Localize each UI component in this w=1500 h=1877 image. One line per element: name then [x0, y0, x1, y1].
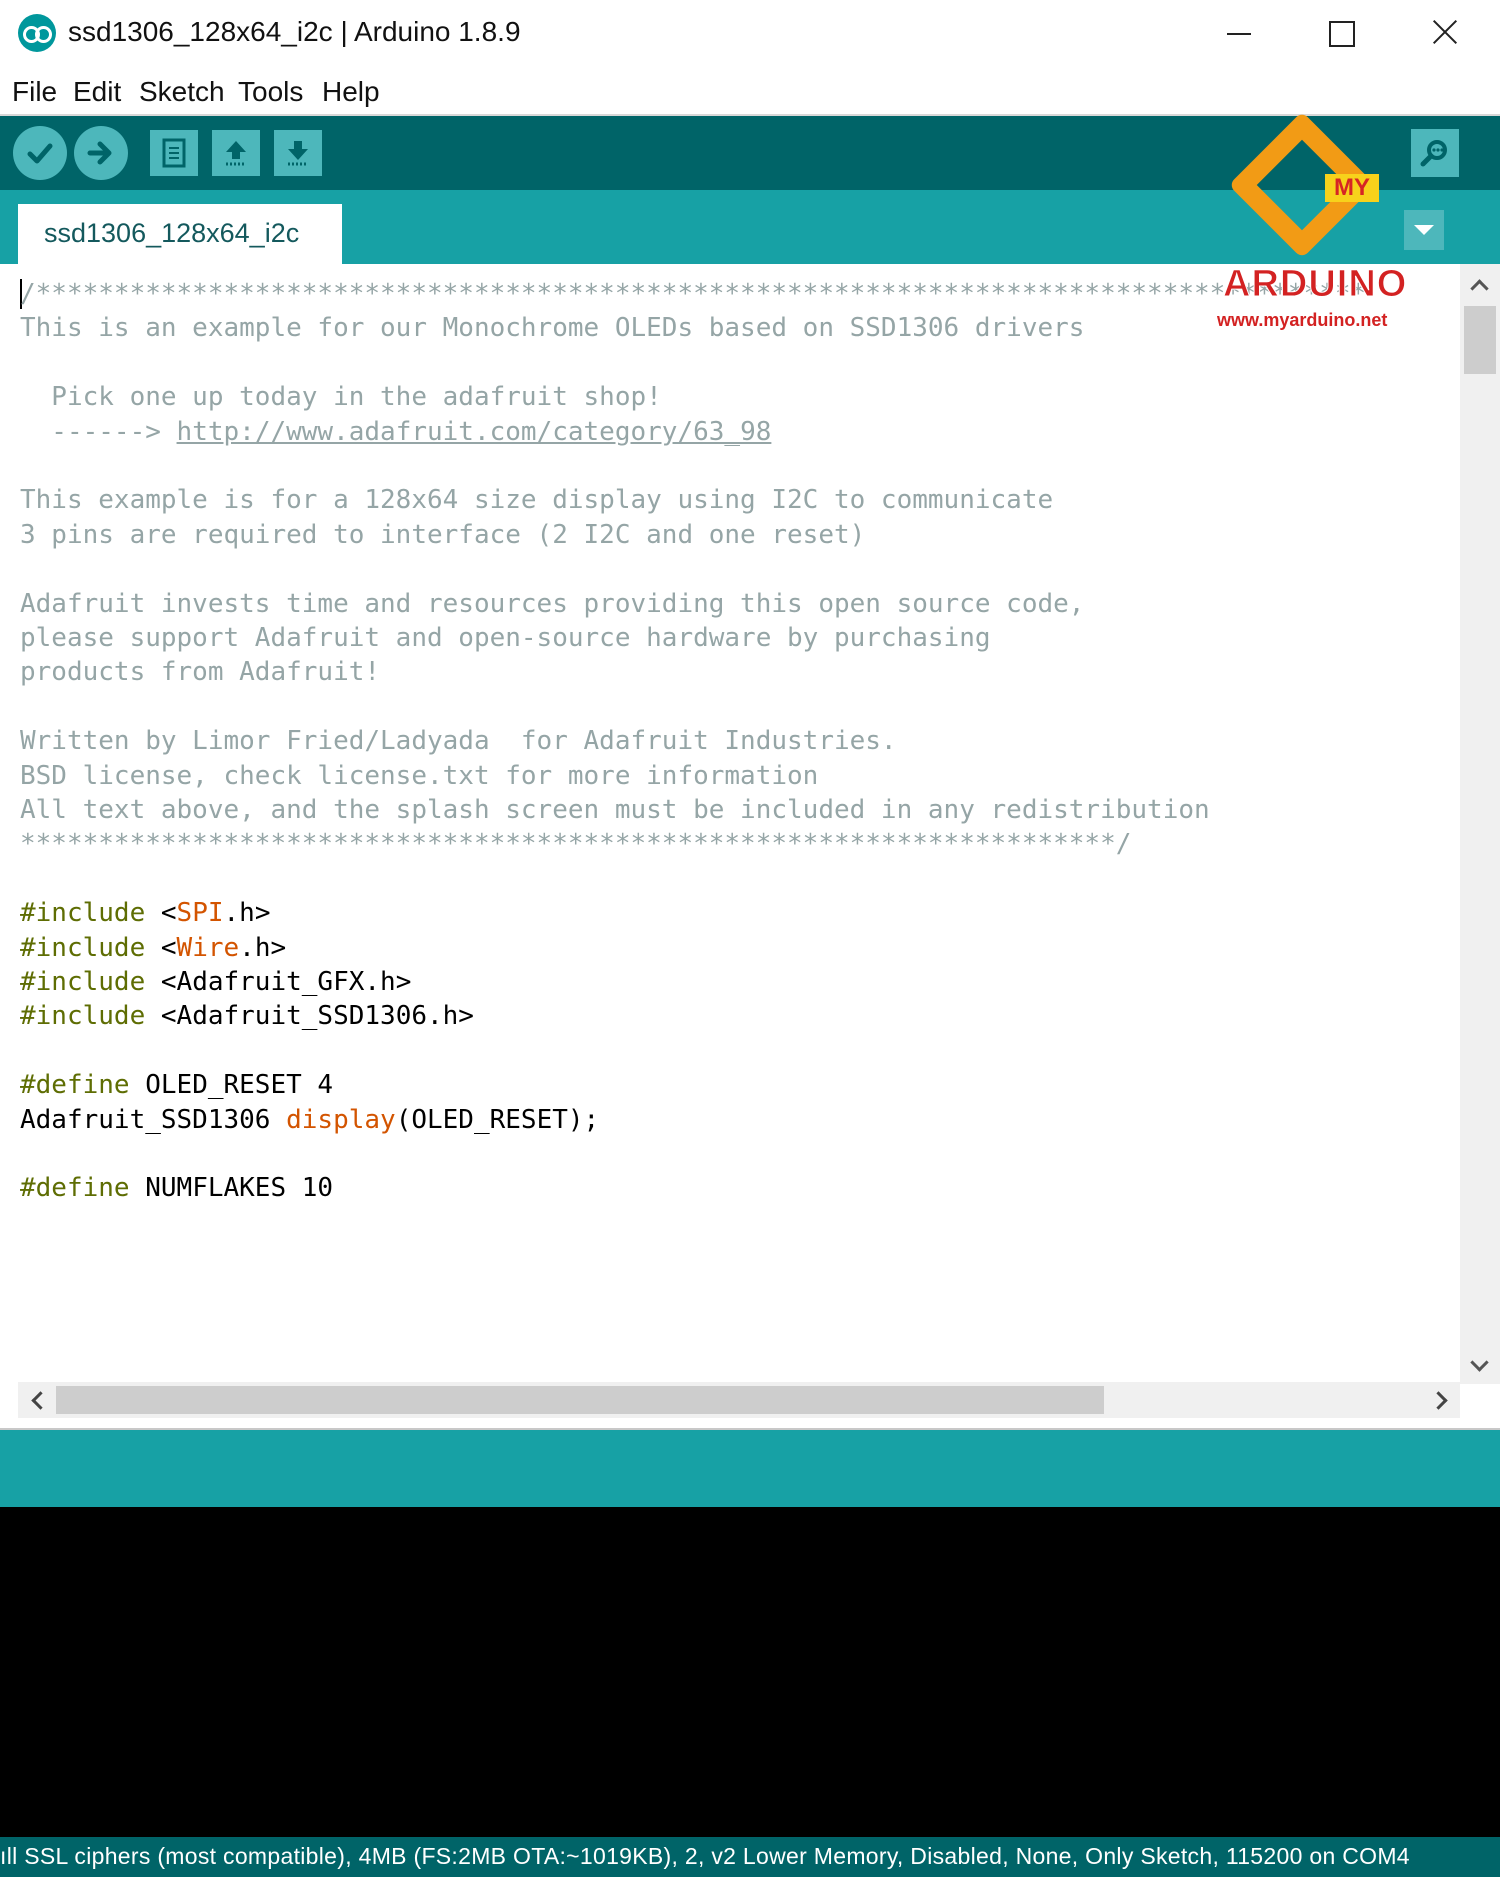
- code-token: #include: [20, 967, 146, 997]
- tab-ssd1306-128x64-i2c[interactable]: ssd1306_128x64_i2c: [18, 204, 342, 264]
- code-token: #define: [20, 1173, 130, 1204]
- code-token: Wire: [176, 932, 240, 963]
- board-status-text: ıll SSL ciphers (most compatible), 4MB (…: [0, 1843, 1410, 1869]
- code-token: This is an example for our Monochrome OL…: [20, 313, 1085, 344]
- code-line: 3 pins are required to interface (2 I2C …: [20, 515, 865, 555]
- close-button[interactable]: [1395, 0, 1495, 66]
- code-token: #define: [20, 1070, 130, 1101]
- horizontal-scroll-thumb[interactable]: [56, 1386, 1104, 1414]
- code-line: #define NUMFLAKES 10: [20, 1168, 333, 1208]
- message-area: [0, 1430, 1500, 1507]
- menu-file[interactable]: File: [12, 76, 57, 108]
- code-line: #include <Adafruit_SSD1306.h>: [20, 996, 474, 1036]
- code-token: products from Adafruit!: [20, 657, 381, 688]
- vertical-scrollbar[interactable]: [1460, 264, 1500, 1384]
- code-token: Adafruit_SSD1306: [20, 1104, 287, 1135]
- code-token: <Adafruit_GFX.h>: [145, 967, 412, 997]
- code-token: Written by Limor Fried/Ladyada for Adafr…: [20, 726, 897, 757]
- menu-tools[interactable]: Tools: [238, 76, 303, 108]
- open-icon: [212, 130, 260, 176]
- pane-divider[interactable]: [0, 1418, 1500, 1430]
- myarduino-watermark: MY ARDUINO www.myarduino.net: [1215, 108, 1425, 338]
- scroll-right-icon[interactable]: [1424, 1382, 1460, 1418]
- minimize-button[interactable]: [1188, 0, 1288, 66]
- watermark-url: www.myarduino.net: [1217, 310, 1388, 330]
- new-icon: [150, 130, 198, 176]
- scroll-down-icon[interactable]: [1460, 1352, 1500, 1382]
- code-token: #include: [20, 1001, 146, 1032]
- watermark-brand: ARDUINO: [1222, 263, 1408, 306]
- scroll-left-icon[interactable]: [18, 1382, 54, 1418]
- code-line: ------> http://www.adafruit.com/category…: [20, 412, 771, 452]
- window-title: ssd1306_128x64_i2c | Arduino 1.8.9: [68, 16, 521, 47]
- code-token: Pick one up today in the adafruit shop!: [20, 382, 662, 413]
- watermark-badge: MY: [1325, 174, 1379, 202]
- code-line: ****************************************…: [20, 824, 1131, 864]
- code-token: NUMFLAKES 10: [129, 1173, 334, 1204]
- code-editor[interactable]: /***************************************…: [0, 264, 1460, 1384]
- code-token: 3 pins are required to interface (2 I2C …: [20, 519, 866, 550]
- status-bar: ıll SSL ciphers (most compatible), 4MB (…: [0, 1837, 1500, 1877]
- save-icon: [274, 130, 322, 176]
- save-button[interactable]: [274, 130, 322, 176]
- arduino-logo-icon: [18, 14, 56, 52]
- code-token: #include: [20, 898, 146, 929]
- horizontal-scrollbar[interactable]: [18, 1382, 1460, 1418]
- code-line: This is an example for our Monochrome OL…: [20, 308, 1084, 348]
- code-token: Adafruit invests time and resources prov…: [20, 588, 1085, 619]
- code-token: This example is for a 128x64 size displa…: [20, 485, 1054, 516]
- code-token: please support Adafruit and open-source …: [20, 623, 991, 653]
- maximize-button[interactable]: [1290, 0, 1390, 66]
- code-token: <: [145, 932, 177, 963]
- code-line: products from Adafruit!: [20, 652, 380, 692]
- code-token: display: [286, 1104, 396, 1135]
- code-token: <Adafruit_SSD1306.h>: [145, 1001, 474, 1032]
- code-link[interactable]: http://www.adafruit.com/category/63_98: [177, 417, 772, 447]
- output-console[interactable]: [0, 1507, 1500, 1837]
- tab-label: ssd1306_128x64_i2c: [44, 218, 300, 248]
- vertical-scroll-thumb[interactable]: [1464, 306, 1496, 374]
- code-token: <: [145, 898, 177, 929]
- code-token: OLED_RESET 4: [129, 1070, 334, 1101]
- title-bar: ssd1306_128x64_i2c | Arduino 1.8.9: [0, 0, 1500, 68]
- scroll-up-icon[interactable]: [1460, 270, 1500, 300]
- new-button[interactable]: [150, 130, 198, 176]
- code-token: ****************************************…: [20, 829, 1132, 860]
- code-token: /***************************************…: [20, 279, 1367, 309]
- code-token: SPI: [176, 898, 224, 929]
- upload-button[interactable]: [74, 126, 128, 180]
- code-token: All text above, and the splash screen mu…: [20, 795, 1210, 825]
- code-token: .h>: [223, 898, 271, 929]
- code-token: #include: [20, 932, 146, 963]
- code-line: Adafruit_SSD1306 display(OLED_RESET);: [20, 1100, 599, 1140]
- code-token: (OLED_RESET);: [395, 1104, 600, 1135]
- upload-icon: [74, 126, 128, 180]
- code-token: BSD license, check license.txt for more …: [20, 760, 819, 791]
- code-token: ------>: [20, 416, 177, 447]
- menu-help[interactable]: Help: [322, 76, 380, 108]
- menu-edit[interactable]: Edit: [73, 76, 121, 108]
- open-button[interactable]: [212, 130, 260, 176]
- code-token: .h>: [239, 932, 287, 963]
- verify-button[interactable]: [13, 126, 67, 180]
- verify-icon: [13, 126, 67, 180]
- menu-sketch[interactable]: Sketch: [139, 76, 225, 108]
